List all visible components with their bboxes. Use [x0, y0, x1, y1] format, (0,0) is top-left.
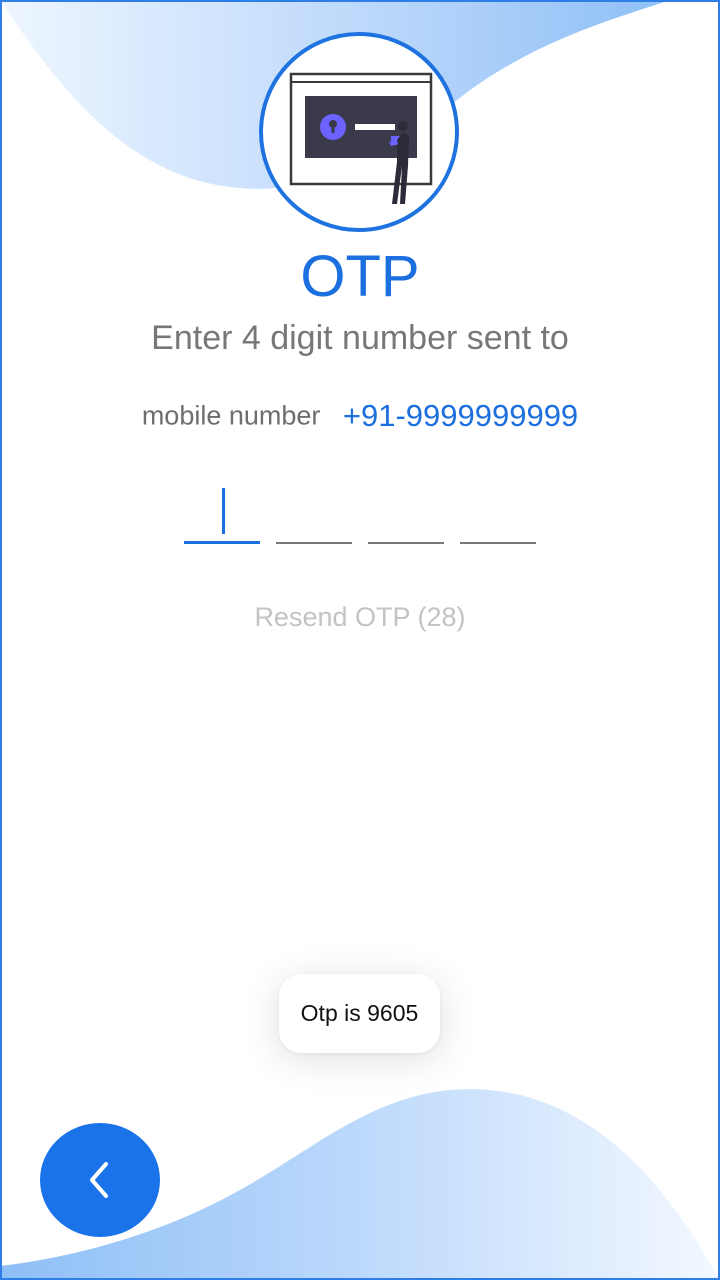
page-title: OTP	[300, 244, 420, 309]
chevron-left-icon	[90, 1162, 108, 1198]
toast-text: Otp is 9605	[300, 1000, 419, 1026]
otp-illustration	[259, 32, 459, 232]
otp-digit-4[interactable]	[460, 484, 536, 544]
back-button[interactable]	[40, 1123, 160, 1237]
mobile-row: mobile number +91-9999999999	[0, 398, 720, 434]
page-subtitle: Enter 4 digit number sent to	[151, 319, 569, 357]
text-cursor	[222, 488, 225, 534]
otp-digit-2[interactable]	[276, 484, 352, 544]
mobile-label: mobile number	[141, 400, 321, 431]
otp-digit-3[interactable]	[368, 484, 444, 544]
mobile-number: +91-9999999999	[342, 398, 579, 433]
resend-otp-link[interactable]: Resend OTP (28)	[0, 602, 720, 633]
toast-message: Otp is 9605	[279, 974, 440, 1053]
